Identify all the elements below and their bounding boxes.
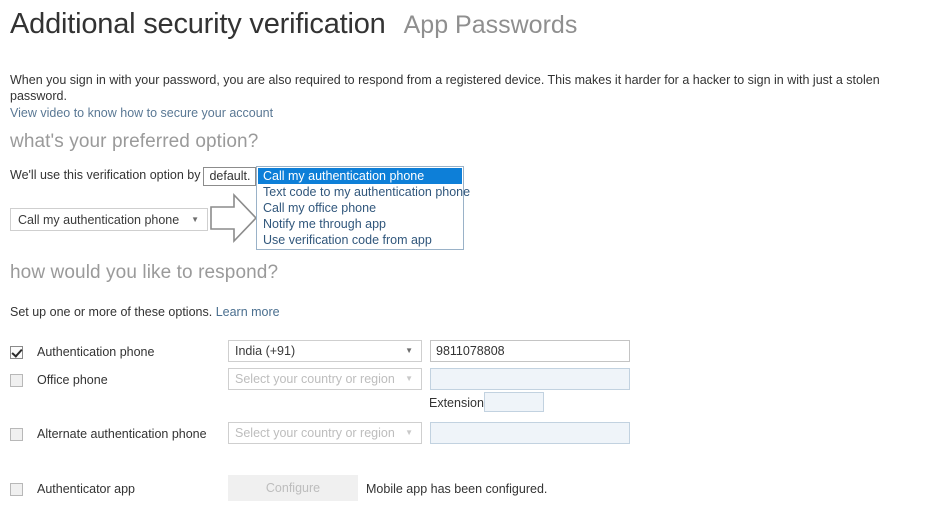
preferred-option-select[interactable]: Call my authentication phone ▼ bbox=[10, 208, 208, 231]
checkbox-office-phone[interactable] bbox=[10, 373, 23, 387]
checkbox-authentication-phone[interactable] bbox=[10, 345, 23, 359]
intro-block: When you sign in with your password, you… bbox=[10, 72, 925, 122]
country-select-office-phone[interactable]: Select your country or region ▼ bbox=[228, 368, 422, 390]
learn-more-link[interactable]: Learn more bbox=[216, 305, 280, 319]
page-header: Additional security verification App Pas… bbox=[10, 8, 577, 41]
default-annotation-box: default. bbox=[203, 167, 257, 186]
authentication-phone-input[interactable] bbox=[430, 340, 630, 362]
option-label: Authenticator app bbox=[37, 482, 135, 496]
option-row-authenticator-app: Authenticator app bbox=[10, 478, 135, 500]
country-select-placeholder: Select your country or region bbox=[235, 372, 395, 386]
extension-label: Extension bbox=[429, 396, 484, 410]
preferred-default-sentence: We'll use this verification option by def… bbox=[10, 166, 257, 186]
option-label: Alternate authentication phone bbox=[37, 427, 207, 441]
intro-description: When you sign in with your password, you… bbox=[10, 73, 880, 103]
app-passwords-link[interactable]: App Passwords bbox=[404, 11, 578, 40]
preferred-option-select-value: Call my authentication phone bbox=[18, 212, 180, 227]
preferred-option-heading: what's your preferred option? bbox=[10, 131, 259, 152]
country-select-placeholder: Select your country or region bbox=[235, 426, 395, 440]
chevron-down-icon: ▼ bbox=[405, 374, 413, 383]
listbox-option[interactable]: Call my authentication phone bbox=[258, 168, 462, 184]
checkbox-alternate-authentication-phone[interactable] bbox=[10, 427, 23, 441]
option-row-alternate-authentication-phone: Alternate authentication phone bbox=[10, 423, 207, 445]
chevron-down-icon: ▼ bbox=[191, 214, 199, 224]
checkbox-authenticator-app[interactable] bbox=[10, 482, 23, 496]
alternate-authentication-phone-input[interactable] bbox=[430, 422, 630, 444]
country-select-alternate-authentication-phone[interactable]: Select your country or region ▼ bbox=[228, 422, 422, 444]
authenticator-status-text: Mobile app has been configured. bbox=[366, 482, 548, 496]
listbox-option[interactable]: Notify me through app bbox=[258, 216, 462, 232]
office-phone-input[interactable] bbox=[430, 368, 630, 390]
chevron-down-icon: ▼ bbox=[405, 346, 413, 355]
listbox-option[interactable]: Call my office phone bbox=[258, 200, 462, 216]
configure-button[interactable]: Configure bbox=[228, 475, 358, 501]
view-video-link[interactable]: View video to know how to secure your ac… bbox=[10, 106, 273, 120]
respond-heading: how would you like to respond? bbox=[10, 262, 279, 283]
option-label: Authentication phone bbox=[37, 345, 155, 359]
option-label: Office phone bbox=[37, 373, 108, 387]
option-row-authentication-phone: Authentication phone bbox=[10, 341, 154, 363]
setup-instruction: Set up one or more of these options. Lea… bbox=[10, 305, 280, 319]
listbox-option[interactable]: Use verification code from app bbox=[258, 232, 462, 248]
chevron-down-icon: ▼ bbox=[405, 428, 413, 437]
listbox-option[interactable]: Text code to my authentication phone bbox=[258, 184, 470, 200]
extension-input[interactable] bbox=[484, 392, 544, 412]
annotation-arrow-icon bbox=[210, 193, 258, 243]
preferred-sentence-prefix: We'll use this verification option by bbox=[10, 168, 201, 182]
option-row-office-phone: Office phone bbox=[10, 369, 108, 391]
country-select-value: India (+91) bbox=[235, 344, 296, 358]
country-select-authentication-phone[interactable]: India (+91) ▼ bbox=[228, 340, 422, 362]
page-title: Additional security verification bbox=[10, 8, 386, 40]
preferred-option-listbox[interactable]: Call my authentication phone Text code t… bbox=[256, 166, 470, 250]
setup-instruction-text: Set up one or more of these options. bbox=[10, 305, 213, 319]
